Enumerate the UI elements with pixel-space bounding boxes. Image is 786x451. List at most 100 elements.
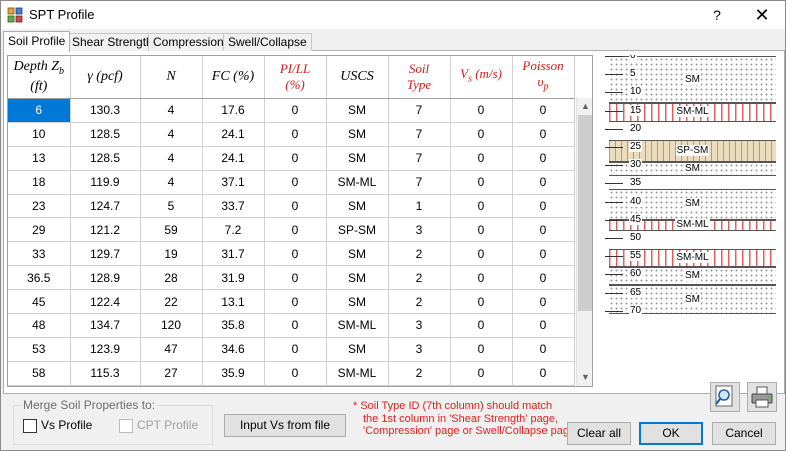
table-cell[interactable]: 127.9 [70,385,141,386]
table-cell[interactable]: 0 [264,361,327,386]
table-cell[interactable]: 6 [8,98,71,123]
table-cell[interactable]: 0 [264,385,327,386]
table-cell[interactable]: 0 [512,289,575,315]
table-cell[interactable]: 115.3 [70,361,141,386]
table-row[interactable]: 6 130.3 4 17.6 0 SM 7 0 0 [8,98,575,123]
table-cell[interactable]: 128.5 [70,122,141,147]
table-cell[interactable]: SM-ML [326,361,389,386]
table-cell[interactable]: 130.3 [70,98,141,123]
table-cell[interactable]: 59 [140,217,203,243]
zoom-button[interactable] [710,382,740,412]
clear-all-button[interactable]: Clear all [567,422,631,445]
table-cell[interactable]: 0 [450,385,513,386]
table-cell[interactable]: 0 [264,170,327,195]
table-cell[interactable]: 0 [450,122,513,147]
tab-compression[interactable]: Compression [148,33,229,51]
column-header[interactable]: Poisson υp [512,56,575,99]
table-cell[interactable]: 128.5 [70,146,141,171]
close-button[interactable]: ✕ [747,3,777,27]
table-cell[interactable]: 0 [450,217,513,243]
table-row[interactable]: 53 123.9 47 34.6 0 SM 3 0 0 [8,337,575,362]
table-row[interactable]: 33 129.7 19 31.7 0 SM 2 0 0 [8,241,575,267]
table-cell[interactable]: 3 [388,385,451,386]
table-cell[interactable]: 22 [140,289,203,315]
table-cell[interactable]: 27 [140,361,203,386]
table-cell[interactable]: 0 [512,337,575,362]
table-cell[interactable]: 7 [388,98,451,123]
table-cell[interactable]: 0 [512,241,575,267]
table-cell[interactable]: 35.8 [202,313,265,338]
table-cell[interactable]: 0 [450,146,513,171]
print-button[interactable] [747,382,777,412]
table-cell[interactable]: 0 [512,361,575,386]
table-cell[interactable]: 33.7 [202,194,265,219]
column-header[interactable]: γ (pcf) [70,56,141,99]
column-header[interactable]: USCS [326,56,389,99]
column-header[interactable]: Soil Type [388,56,451,99]
table-cell[interactable]: 0 [512,146,575,171]
table-row[interactable]: 36.5 128.9 28 31.9 0 SM 2 0 0 [8,265,575,291]
table-cell[interactable]: 53 [8,337,71,362]
table-cell[interactable]: 37.1 [202,170,265,195]
table-cell[interactable]: 24.1 [202,146,265,171]
grid-vertical-scrollbar[interactable]: ▲ ▼ [576,98,592,386]
table-cell[interactable]: 4 [140,146,203,171]
table-cell[interactable]: 13.1 [202,289,265,315]
table-cell[interactable]: 58 [8,361,71,386]
scroll-down-icon[interactable]: ▼ [577,369,592,386]
table-cell[interactable]: 3 [388,217,451,243]
tab-swell-collapse[interactable]: Swell/Collapse [223,33,312,51]
table-cell[interactable]: 0 [512,313,575,338]
table-row[interactable]: 13 128.5 4 24.1 0 SM 7 0 0 [8,146,575,171]
table-row[interactable]: 63127.93913.20SM300 [8,385,575,386]
table-row[interactable]: 48 134.7 120 35.8 0 SM-ML 3 0 0 [8,313,575,338]
scroll-up-icon[interactable]: ▲ [577,98,592,115]
column-header[interactable]: Depth Zb (ft) [8,56,71,99]
table-cell[interactable]: 2 [388,289,451,315]
column-header[interactable]: PI/LL (%) [264,56,327,99]
table-cell[interactable]: 18 [8,170,71,195]
table-cell[interactable]: 23 [8,194,71,219]
table-cell[interactable]: 0 [512,265,575,291]
table-cell[interactable]: SM-ML [326,313,389,338]
table-cell[interactable]: 0 [450,337,513,362]
table-cell[interactable]: 2 [388,361,451,386]
table-cell[interactable]: 0 [450,241,513,267]
table-cell[interactable]: SM [326,146,389,171]
table-cell[interactable]: 17.6 [202,98,265,123]
table-cell[interactable]: 124.7 [70,194,141,219]
tab-shear-strength[interactable]: Shear Strength [67,33,158,51]
table-cell[interactable]: 134.7 [70,313,141,338]
table-cell[interactable]: 0 [450,98,513,123]
table-cell[interactable]: 28 [140,265,203,291]
table-cell[interactable]: 0 [512,194,575,219]
table-cell[interactable]: 119.9 [70,170,141,195]
table-cell[interactable]: 0 [512,385,575,386]
table-row[interactable]: 58 115.3 27 35.9 0 SM-ML 2 0 0 [8,361,575,386]
table-cell[interactable]: 7 [388,170,451,195]
table-cell[interactable]: 10 [8,122,71,147]
table-cell[interactable]: 13 [8,146,71,171]
table-cell[interactable]: 5 [140,194,203,219]
table-cell[interactable]: SM [326,98,389,123]
input-vs-from-file-button[interactable]: Input Vs from file [224,414,346,437]
table-cell[interactable]: 0 [512,217,575,243]
table-cell[interactable]: SM [326,241,389,267]
table-cell[interactable]: 13.2 [202,385,265,386]
table-cell[interactable]: 0 [264,194,327,219]
table-cell[interactable]: 0 [450,289,513,315]
tab-soil-profile[interactable]: Soil Profile [3,31,71,52]
table-cell[interactable]: 0 [264,122,327,147]
table-cell[interactable]: 0 [512,122,575,147]
table-cell[interactable]: SM [326,194,389,219]
table-cell[interactable]: 0 [450,361,513,386]
table-cell[interactable]: 0 [450,265,513,291]
table-cell[interactable]: SM [326,385,389,386]
ok-button[interactable]: OK [639,422,703,445]
table-row[interactable]: 23 124.7 5 33.7 0 SM 1 0 0 [8,194,575,219]
table-cell[interactable]: 4 [140,122,203,147]
table-cell[interactable]: 0 [264,313,327,338]
table-cell[interactable]: 2 [388,241,451,267]
table-cell[interactable]: 0 [264,146,327,171]
table-cell[interactable]: 0 [264,217,327,243]
